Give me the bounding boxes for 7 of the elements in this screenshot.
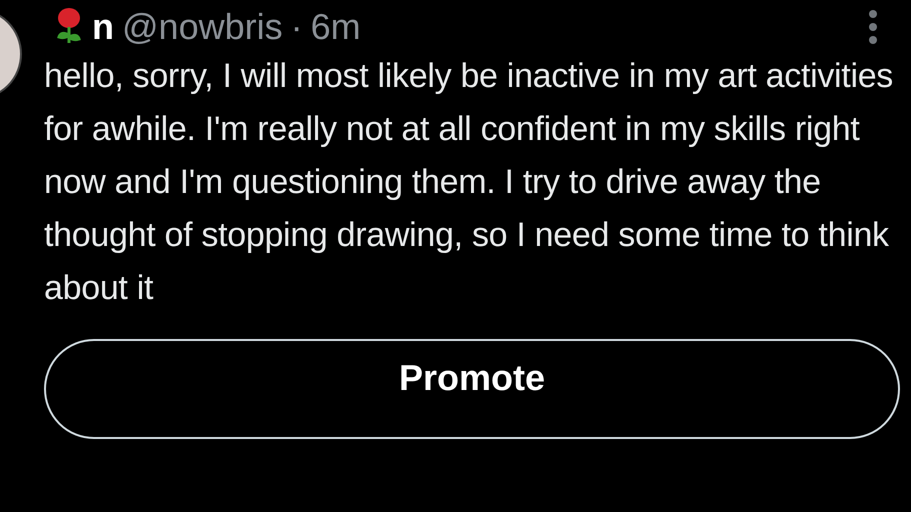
promote-button[interactable]: Promote	[44, 339, 900, 439]
separator: ·	[290, 9, 303, 45]
tweet-text: hello, sorry, I will most likely be inactive in my art activities for awhile. I'm really not at all confident in my skills right now and I'm questioning them. I try to drive away the thought of stopping drawing, so I need some time to think about it	[44, 56, 894, 309]
more-options-icon[interactable]	[867, 7, 879, 47]
display-name[interactable]: n	[92, 9, 114, 45]
user-handle[interactable]: @nowbris	[122, 9, 283, 45]
timestamp[interactable]: 6m	[310, 9, 361, 45]
